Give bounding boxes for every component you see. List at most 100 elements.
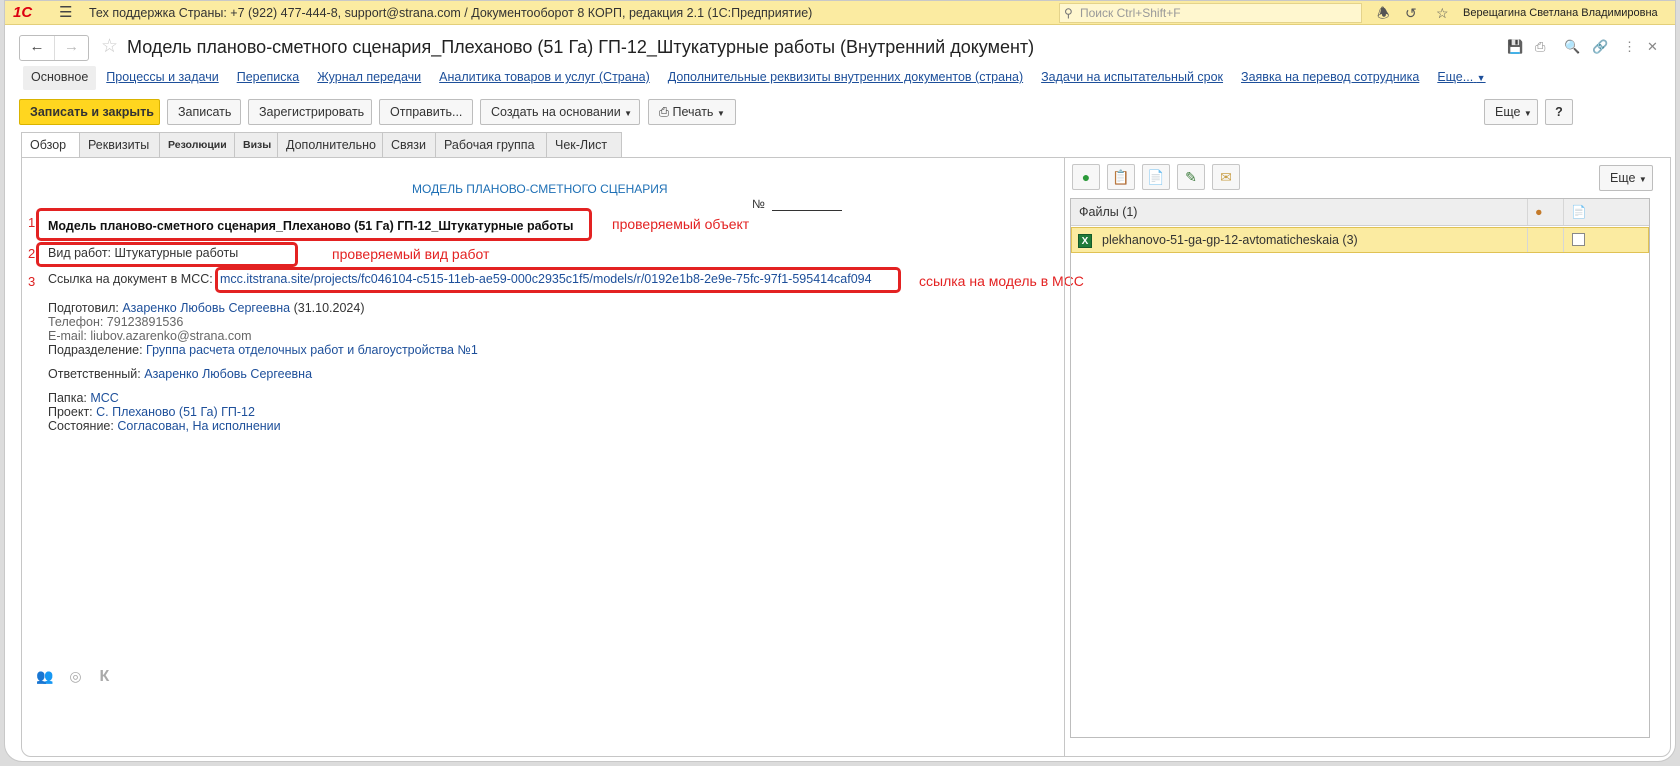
column-separator [1563,228,1564,252]
menu-item-more[interactable]: Еще... ▼ [1429,66,1493,90]
search-input[interactable]: ⚲ Поиск Ctrl+Shift+F [1059,3,1362,23]
chevron-down-icon: ▼ [1476,73,1486,83]
1c-logo[interactable]: 1С [13,1,49,25]
responsible-label: Ответственный: [48,367,141,381]
history-icon[interactable]: ↺ [1405,1,1417,25]
state-line: Состояние: Согласован, На исполнении [48,419,281,433]
create-based-on-button[interactable]: Создать на основании ▼ [480,99,640,125]
department-line: Подразделение: Группа расчета отделочных… [48,343,478,357]
edit-file-icon[interactable]: ✎ [1177,164,1205,190]
paste-file-icon[interactable]: 📋 [1107,164,1135,190]
menu-more-label: Еще... [1437,70,1474,84]
print-button[interactable]: ⎙ Печать ▼ [648,99,736,125]
excel-icon: X [1078,228,1092,252]
forward-arrow-icon[interactable]: → [54,36,88,60]
department-link[interactable]: Группа расчета отделочных работ и благоу… [146,343,478,357]
number-underline [772,210,842,211]
menu-item-main[interactable]: Основное [23,66,97,90]
files-table: Файлы (1) ● 📄 X plekhanovo-51-ga-gp-12-a… [1070,198,1650,738]
stamp-icon[interactable]: ◎ [69,668,81,684]
menu-icon[interactable]: ☰ [59,1,75,25]
dropdown-icon: ▼ [716,109,725,118]
annotation-number-3: 3 [28,274,36,289]
menu-bar: Основное Процессы и задачи Переписка Журнал… [23,66,1496,90]
dropdown-icon: ▼ [1638,175,1647,184]
project-link[interactable]: С. Плеханово (51 Га) ГП-12 [96,405,255,419]
document-icon[interactable]: 📄 [1142,164,1170,190]
mss-link-label: Ссылка на документ в МСС: [48,272,213,286]
tab-visas[interactable]: Визы [234,132,278,158]
annotation-number-1: 1 [28,215,36,230]
folder-label: Папка: [48,391,87,405]
tab-checklist[interactable]: Чек-Лист [546,132,622,158]
preview-icon[interactable]: 🔍 [1564,39,1580,55]
phone: Телефон: 79123891536 [48,315,184,329]
save-icon[interactable]: 💾 [1507,39,1523,55]
search-placeholder: Поиск Ctrl+Shift+F [1080,6,1181,20]
menu-item-extra-attributes[interactable]: Дополнительные реквизиты внутренних доку… [660,66,1031,90]
menu-item-probation-tasks[interactable]: Задачи на испытательный срок [1033,66,1231,90]
back-arrow-icon[interactable]: ← [20,36,54,60]
tab-overview[interactable]: Обзор [21,132,80,158]
state-link[interactable]: Согласован, На исполнении [117,419,280,433]
save-button[interactable]: Записать [167,99,241,125]
more-button[interactable]: Еще ▼ [1484,99,1538,125]
menu-item-transfer-log[interactable]: Журнал передачи [309,66,429,90]
send-button[interactable]: Отправить... [379,99,473,125]
help-button[interactable]: ? [1545,99,1573,125]
table-row[interactable]: X plekhanovo-51-ga-gp-12-avtomaticheskai… [1071,227,1649,253]
menu-item-transfer-request[interactable]: Заявка на перевод сотрудника [1233,66,1427,90]
object-name: Модель планово-сметного сценария_Плехано… [48,219,574,233]
annotation-object: проверяемый объект [612,216,750,232]
page-title: Модель планово-сметного сценария_Плехано… [127,37,1035,57]
prepared-by-link[interactable]: Азаренко Любовь Сергеевна [122,301,290,315]
top-bar: 1С ☰ Тех поддержка Страны: +7 (922) 477-… [5,1,1675,25]
users-icon[interactable]: 👥 [36,668,53,684]
responsible-link[interactable]: Азаренко Любовь Сергеевна [144,367,312,381]
work-type: Вид работ: Штукатурные работы [48,246,239,260]
save-and-close-button[interactable]: Записать и закрыть [19,99,160,125]
link-icon[interactable]: 🔗 [1592,39,1608,55]
register-button[interactable]: Зарегистрировать [248,99,372,125]
column-separator [1527,199,1528,225]
column-separator [1563,199,1564,225]
pane-divider[interactable] [1064,158,1065,756]
tab-additional[interactable]: Дополнительно [277,132,383,158]
print-icon[interactable]: ⎙ [1535,39,1545,55]
menu-item-processes[interactable]: Процессы и задачи [98,66,226,90]
file-checkbox[interactable] [1572,233,1585,246]
mss-link[interactable]: mcc.itstrana.site/projects/fc046104-c515… [220,272,872,286]
tab-workgroup[interactable]: Рабочая группа [435,132,547,158]
file-column-icon: 📄 [1571,205,1587,219]
files-more-button[interactable]: Еще ▼ [1599,165,1653,191]
prepared-date: (31.10.2024) [293,301,365,315]
tab-resolutions[interactable]: Резолюции [159,132,235,158]
tab-links[interactable]: Связи [382,132,436,158]
project-label: Проект: [48,405,93,419]
folder-line: Папка: МСС [48,391,119,405]
tab-requisites[interactable]: Реквизиты [79,132,160,158]
department-label: Подразделение: [48,343,143,357]
files-column-header[interactable]: Файлы (1) [1079,199,1137,226]
more-vertical-icon[interactable]: ⋮ [1623,39,1636,55]
prepared-label: Подготовил: [48,301,119,315]
search-icon: ⚲ [1064,6,1073,20]
scan-icon[interactable]: ✉ [1212,164,1240,190]
column-separator [1527,228,1528,252]
bell-icon[interactable]: 🕭 [1377,1,1390,25]
k-icon[interactable]: К [99,668,109,685]
close-icon[interactable]: ✕ [1647,39,1658,55]
model-heading: МОДЕЛЬ ПЛАНОВО-СМЕТНОГО СЦЕНАРИЯ [412,182,668,196]
favorite-star-icon[interactable]: ☆ [101,35,118,58]
menu-item-correspondence[interactable]: Переписка [229,66,308,90]
folder-link[interactable]: МСС [90,391,118,405]
user-name[interactable]: Верещагина Светлана Владимировна [1463,1,1658,25]
annotation-work-type: проверяемый вид работ [332,246,490,262]
more-label: Еще [1495,105,1521,119]
dropdown-icon: ▼ [624,109,633,118]
menu-item-analytics[interactable]: Аналитика товаров и услуг (Страна) [431,66,658,90]
favorites-star-icon[interactable]: ☆ [1436,1,1449,25]
add-file-icon[interactable]: ● [1072,164,1100,190]
email: E-mail: liubov.azarenko@strana.com [48,329,252,343]
bottom-icons: 👥 ◎ К [36,668,109,686]
